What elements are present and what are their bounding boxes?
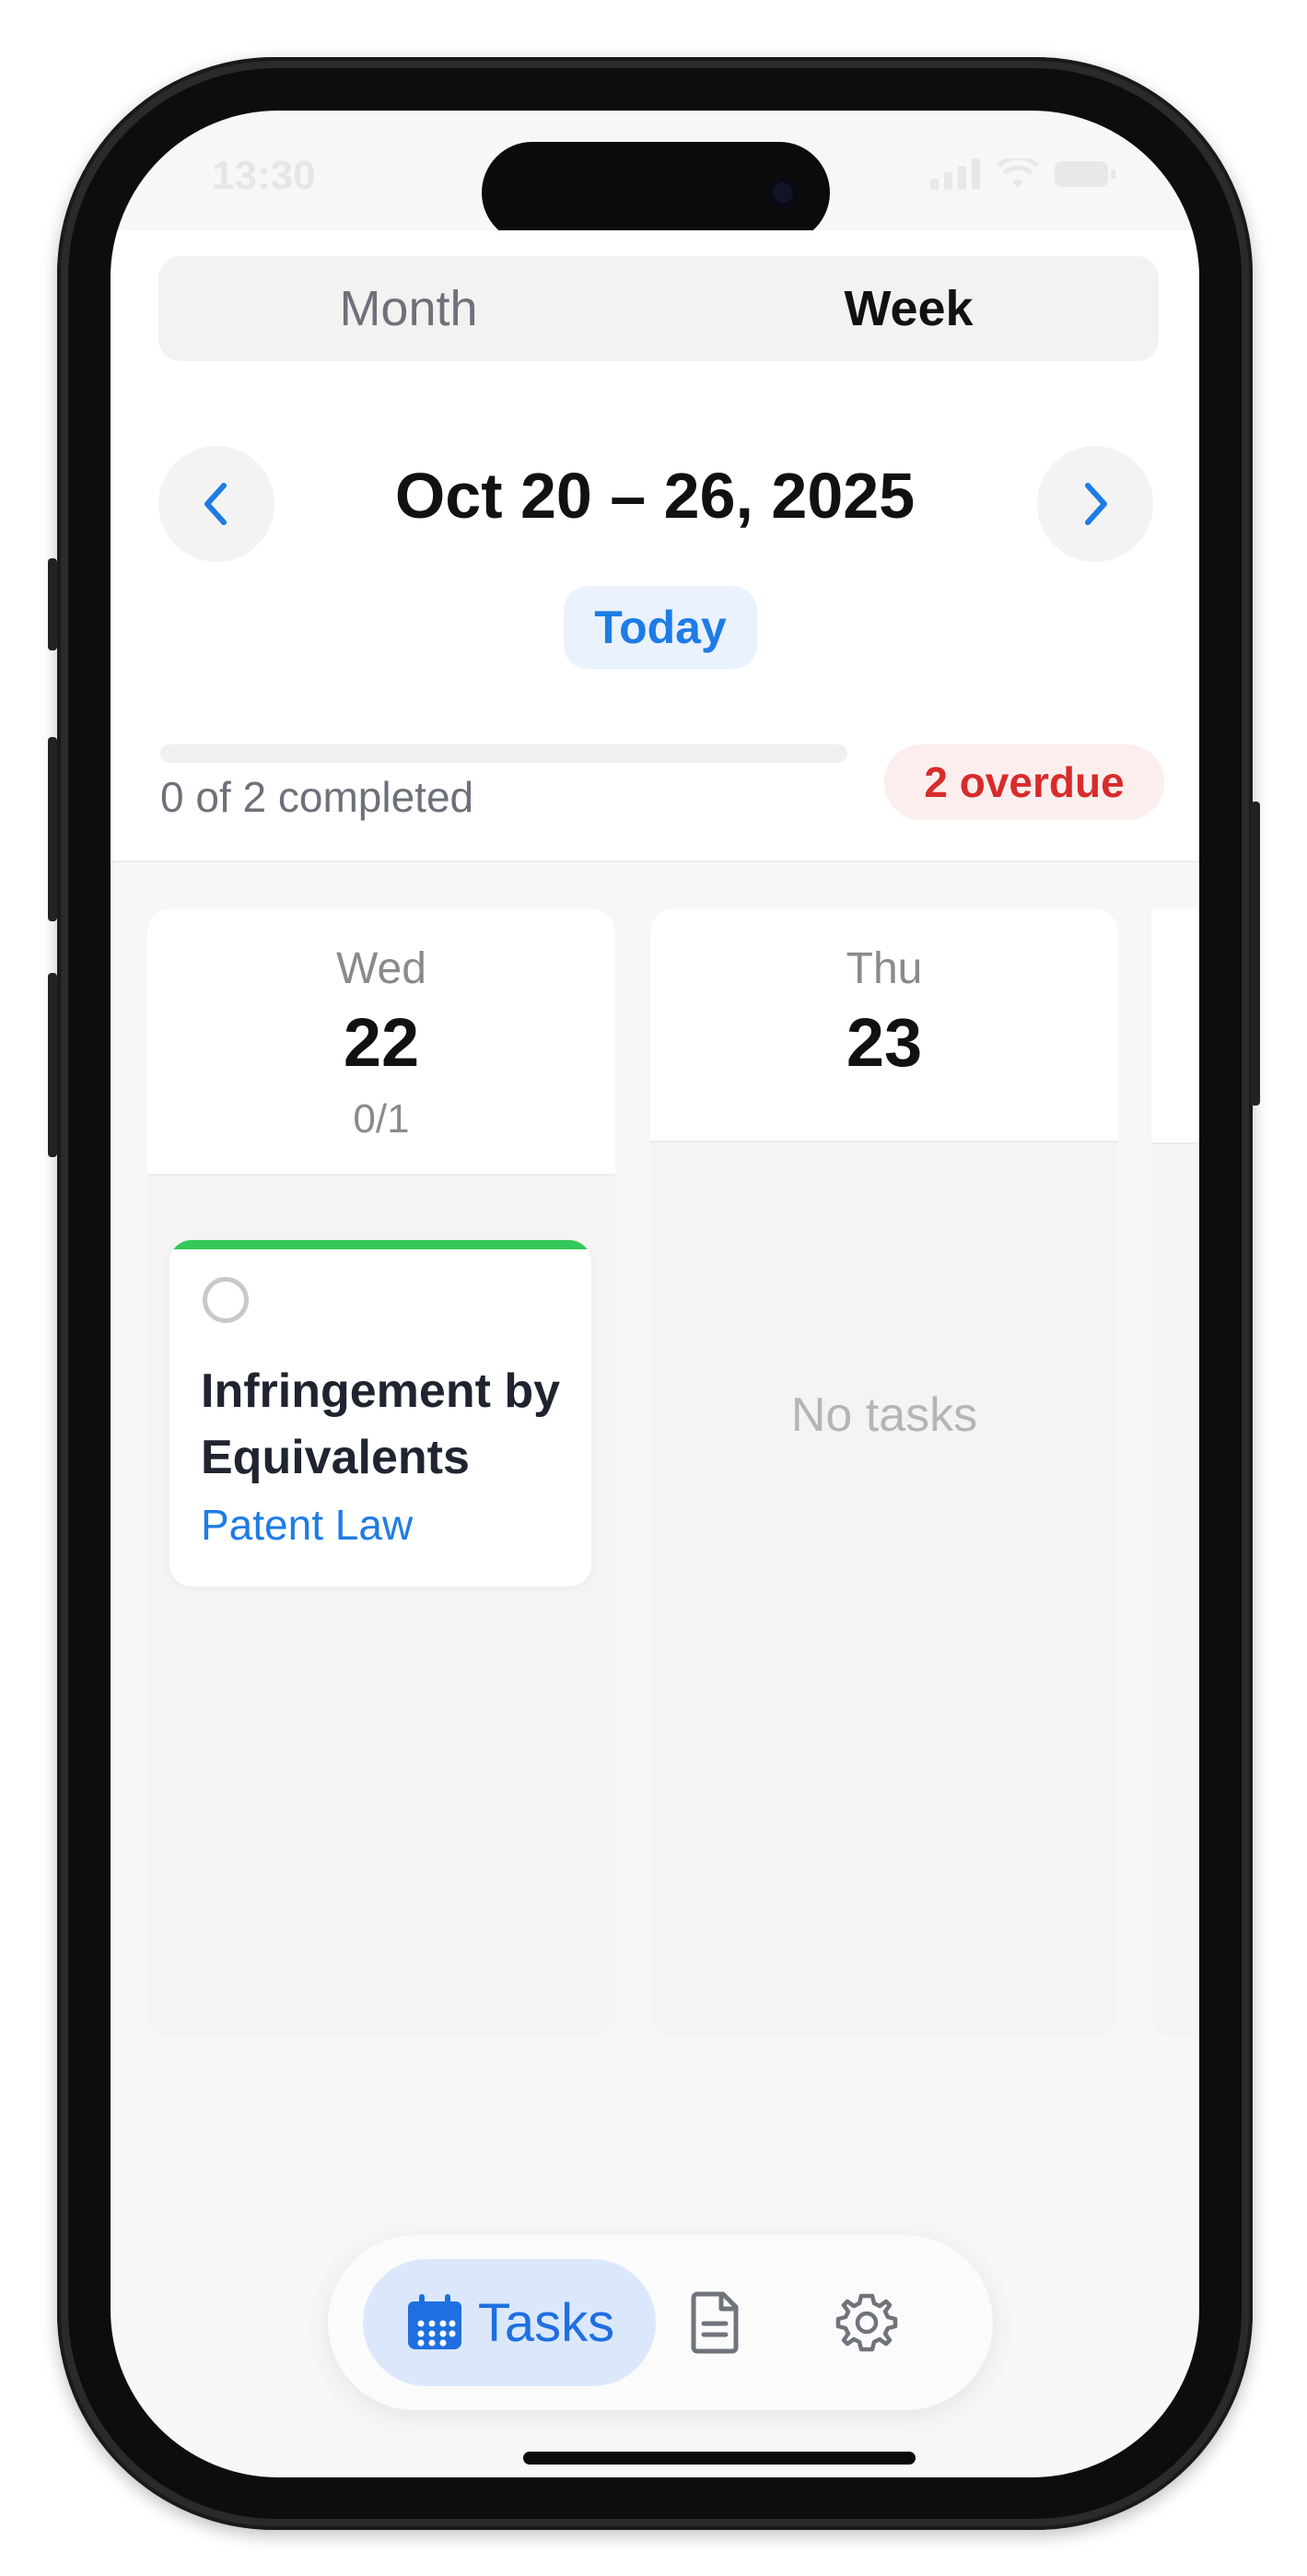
- chevron-left-icon: [204, 483, 227, 525]
- day-column-partial[interactable]: [1151, 908, 1199, 2038]
- week-tab[interactable]: Week: [659, 256, 1159, 361]
- tab-tasks-label: Tasks: [477, 2292, 615, 2353]
- previous-week-button[interactable]: [158, 446, 274, 562]
- home-indicator: [523, 2452, 916, 2465]
- volume-up-button: [48, 737, 57, 921]
- overdue-badge[interactable]: 2 overdue: [884, 744, 1164, 820]
- action-button: [48, 558, 57, 650]
- power-button: [1251, 802, 1260, 1106]
- tab-settings[interactable]: [825, 2281, 908, 2364]
- task-accent-stripe: [169, 1240, 591, 1249]
- camera-icon: [767, 177, 799, 208]
- document-icon: [691, 2291, 739, 2354]
- task-title: Infringement by Equivalents: [201, 1364, 561, 1484]
- task-checkbox[interactable]: [203, 1277, 249, 1323]
- next-week-button[interactable]: [1037, 446, 1153, 562]
- day-header: Wed 22 0/1: [147, 908, 615, 1176]
- calendar-icon: [407, 2294, 461, 2349]
- gear-icon: [835, 2293, 898, 2352]
- chevron-right-icon: [1085, 483, 1107, 525]
- day-column-thu[interactable]: Thu 23 No tasks: [650, 908, 1118, 2038]
- status-icons: [930, 158, 1116, 190]
- tab-tasks[interactable]: Tasks: [363, 2259, 656, 2386]
- day-number: 22: [343, 1004, 420, 1081]
- tab-documents[interactable]: [674, 2281, 757, 2364]
- day-header: Thu 23: [650, 908, 1118, 1142]
- view-segmented-control[interactable]: Month Week: [158, 256, 1159, 361]
- bottom-tab-bar: Tasks: [328, 2235, 993, 2410]
- day-header: [1151, 908, 1199, 1144]
- day-name: Wed: [336, 944, 426, 993]
- wifi-icon: [997, 158, 1039, 188]
- day-name: Thu: [846, 944, 923, 993]
- task-course-tag[interactable]: Patent Law: [201, 1500, 413, 1550]
- day-number: 23: [846, 1004, 923, 1081]
- progress-text: 0 of 2 completed: [160, 773, 474, 821]
- app-screen: 13:30 Month Week Oct 20 – 26, 2025 Today…: [111, 111, 1199, 2477]
- month-tab[interactable]: Month: [158, 256, 659, 361]
- empty-state-text: No tasks: [790, 1388, 978, 1442]
- week-range-title: Oct 20 – 26, 2025: [394, 460, 916, 532]
- task-card[interactable]: Infringement by Equivalents Patent Law: [169, 1240, 591, 1587]
- status-time: 13:30: [212, 153, 316, 198]
- progress-bar: [160, 744, 847, 763]
- day-column-wed[interactable]: Wed 22 0/1 Infringement by Equivalents P…: [147, 908, 615, 2038]
- dynamic-island: [482, 142, 830, 243]
- battery-icon: [1055, 161, 1115, 187]
- signal-icon: [930, 158, 980, 190]
- today-button[interactable]: Today: [564, 586, 757, 669]
- volume-down-button: [48, 973, 57, 1157]
- day-task-count: 0/1: [353, 1096, 410, 1142]
